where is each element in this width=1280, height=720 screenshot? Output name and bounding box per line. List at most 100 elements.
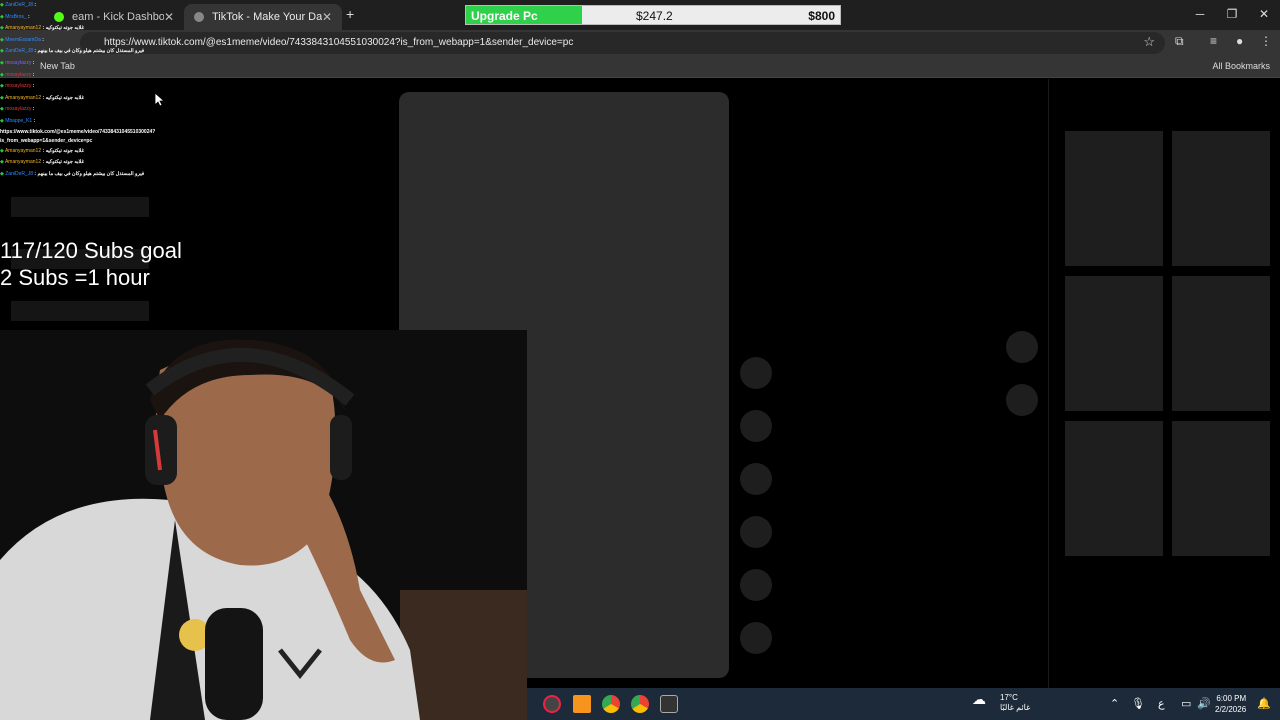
chat-message-text: فيرو المستذل كان بيشتم هيلو وكان في بيف … — [37, 48, 145, 55]
panel-divider — [1048, 79, 1049, 688]
chat-message-text: غلابه جوته تيكتوكيه — [45, 147, 85, 154]
chat-separator: : — [26, 13, 30, 20]
cloud-icon: ☁ — [972, 691, 986, 707]
chat-username[interactable]: Amanyayman12 — [5, 159, 41, 165]
chrome-app-icon[interactable] — [602, 695, 620, 713]
chat-message: ◆ Amanyayman12 : غلابه جوته تيكتوكيه — [0, 23, 200, 35]
chat-separator: : — [31, 83, 35, 90]
chat-message: ◆ MeemEssamDa : — [0, 35, 200, 47]
chat-message: ◆ Amanyayman12 : غلابه جوته تيكتوكيه — [0, 93, 200, 105]
epic-games-app-icon[interactable] — [660, 695, 678, 713]
chat-message: ◆ MrsBros_ : — [0, 12, 200, 24]
chat-username[interactable]: Amanyayman12 — [5, 95, 41, 101]
related-video-thumb[interactable] — [1172, 421, 1270, 556]
chat-separator: : — [31, 106, 35, 113]
goal-label: Upgrade Pc — [471, 9, 538, 23]
action-button-placeholder[interactable] — [740, 622, 772, 654]
volume-icon[interactable]: 🔊 — [1197, 697, 1211, 710]
chrome-profile-app-icon[interactable] — [631, 695, 649, 713]
all-bookmarks-button[interactable]: All Bookmarks — [1212, 61, 1270, 71]
chat-message: ◆ Amanyayman12 : غلابه جوته تيكتوكيه — [0, 146, 200, 158]
chat-username[interactable]: mosaylazzy — [5, 106, 31, 112]
obs-app-icon[interactable] — [543, 695, 561, 713]
subs-rule-text: 2 Subs =1 hour — [0, 265, 150, 290]
chat-message-text: غلابه جوته تيكتوكيه — [45, 159, 85, 166]
clock-time: 6:00 PM — [1216, 694, 1247, 703]
like-button-placeholder[interactable] — [740, 357, 772, 389]
windows-taskbar: ☁ 17°C غائم غالبًا ⌃ 🎙 ع ▭ 🔊 6:00 PM 2/2… — [527, 688, 1280, 720]
network-icon[interactable]: ▭ — [1181, 697, 1191, 710]
chat-separator: : — [33, 2, 37, 8]
chat-message: ◆ mosaylazzy : — [0, 81, 200, 93]
chat-username[interactable]: ZaniDeR_J8 — [5, 2, 33, 8]
weather-temp: 17°C — [1000, 693, 1018, 702]
chat-username[interactable]: ZaniDeR_J8 — [5, 48, 33, 54]
chat-message: ◆ mosaylazzy : — [0, 104, 200, 116]
chat-message: ◆ ZaniDeR_J8 : فيرو المستذل كان بيشتم هي… — [0, 169, 200, 181]
share-button-placeholder[interactable] — [740, 516, 772, 548]
bookmark-star-icon[interactable]: ☆ — [1143, 34, 1155, 50]
chat-message-text: غلابه جوته تيكتوكيه — [45, 25, 85, 32]
extensions-icon[interactable]: ⧉ — [1175, 34, 1184, 49]
chevron-up-icon[interactable]: ⌃ — [1110, 697, 1119, 710]
comment-button-placeholder[interactable] — [740, 410, 772, 442]
subs-goal-overlay: 117/120 Subs goal 2 Subs =1 hour — [0, 237, 182, 291]
vlc-app-icon[interactable] — [573, 695, 591, 713]
sidebar-skeleton — [11, 301, 149, 321]
scroll-up-button-placeholder[interactable] — [1006, 331, 1038, 363]
scroll-down-button-placeholder[interactable] — [1006, 384, 1038, 416]
chat-username[interactable]: Amanyayman12 — [5, 148, 41, 154]
chat-message: ◆ ZaniDeR_J8 : — [0, 0, 200, 12]
microphone-tray-icon[interactable]: 🎙 — [1131, 697, 1145, 710]
chat-message: ◆ Amanyayman12 : غلابه جوته تيكتوكيه — [0, 157, 200, 169]
window-controls: ─ ❐ ✕ — [1184, 0, 1280, 28]
chat-username[interactable]: MrsBros_ — [5, 14, 26, 20]
minimize-icon[interactable]: ─ — [1184, 0, 1216, 28]
chat-username[interactable]: mosaylazzy — [5, 60, 31, 66]
tab-tiktok[interactable]: TikTok - Make Your Day ✕ — [184, 4, 342, 30]
webcam-feed — [0, 330, 527, 720]
related-video-thumb[interactable] — [1065, 131, 1163, 266]
chat-message: ◆ mosaylazzy : — [0, 70, 200, 82]
chat-username[interactable]: mosaylazzy — [5, 72, 31, 78]
chat-message: ◆ mosaylazzy : — [0, 58, 200, 70]
chat-username[interactable]: Amanyayman12 — [5, 25, 41, 31]
chat-message-text: فيرو المستذل كان بيشتم هيلو وكان في بيف … — [37, 170, 145, 177]
close-window-icon[interactable]: ✕ — [1248, 0, 1280, 28]
chat-username[interactable]: mosaylazzy — [5, 83, 31, 89]
chat-message-text: https://www.tiktok.com/@es1meme/video/74… — [0, 128, 156, 144]
weather-widget[interactable]: ☁ 17°C غائم غالبًا — [972, 692, 1030, 713]
tab-title: TikTok - Make Your Day — [212, 11, 322, 23]
profile-avatar-icon[interactable]: ● — [1236, 34, 1243, 48]
address-bar[interactable]: https://www.tiktok.com/@es1meme/video/74… — [80, 32, 1165, 54]
chat-username[interactable]: ZaniDeR_J8 — [5, 171, 33, 177]
chat-separator: : — [31, 71, 35, 78]
media-control-icon[interactable]: ≡ — [1210, 34, 1217, 48]
related-video-thumb[interactable] — [1172, 276, 1270, 411]
sidebar-skeleton — [11, 197, 149, 217]
chat-message-text: غلابه جوته تيكتوكيه — [45, 94, 85, 101]
chat-username[interactable]: Mbappe_K1 — [5, 118, 32, 124]
related-video-thumb[interactable] — [1172, 131, 1270, 266]
streamer-webcam-image — [0, 330, 527, 720]
action-button-placeholder[interactable] — [740, 569, 772, 601]
language-indicator[interactable]: ع — [1158, 697, 1165, 710]
subs-goal-text: 117/120 Subs goal — [0, 238, 182, 263]
system-clock[interactable]: 6:00 PM 2/2/2026 — [1215, 693, 1246, 715]
donation-goal-bar: Upgrade Pc $247.2 $800 — [465, 5, 841, 25]
goal-target-amount: $800 — [808, 9, 835, 23]
related-video-thumb[interactable] — [1065, 421, 1163, 556]
chat-separator: : — [31, 59, 35, 66]
related-video-thumb[interactable] — [1065, 276, 1163, 411]
new-tab-plus-icon[interactable]: + — [346, 6, 354, 22]
microphone-icon — [205, 608, 263, 720]
chat-separator: : — [40, 36, 44, 43]
close-icon[interactable]: ✕ — [322, 10, 332, 24]
menu-kebab-icon[interactable]: ⋮ — [1260, 34, 1272, 48]
notification-bell-icon[interactable]: 🔔 — [1257, 697, 1271, 710]
stream-chat-overlay: ◆ ZaniDeR_J8 : ◆ MrsBros_ : ◆ Amanyayman… — [0, 0, 200, 180]
chat-separator: : — [32, 117, 36, 124]
chat-username[interactable]: MeemEssamDa — [5, 37, 41, 43]
bookmark-button-placeholder[interactable] — [740, 463, 772, 495]
restore-icon[interactable]: ❐ — [1216, 0, 1248, 28]
